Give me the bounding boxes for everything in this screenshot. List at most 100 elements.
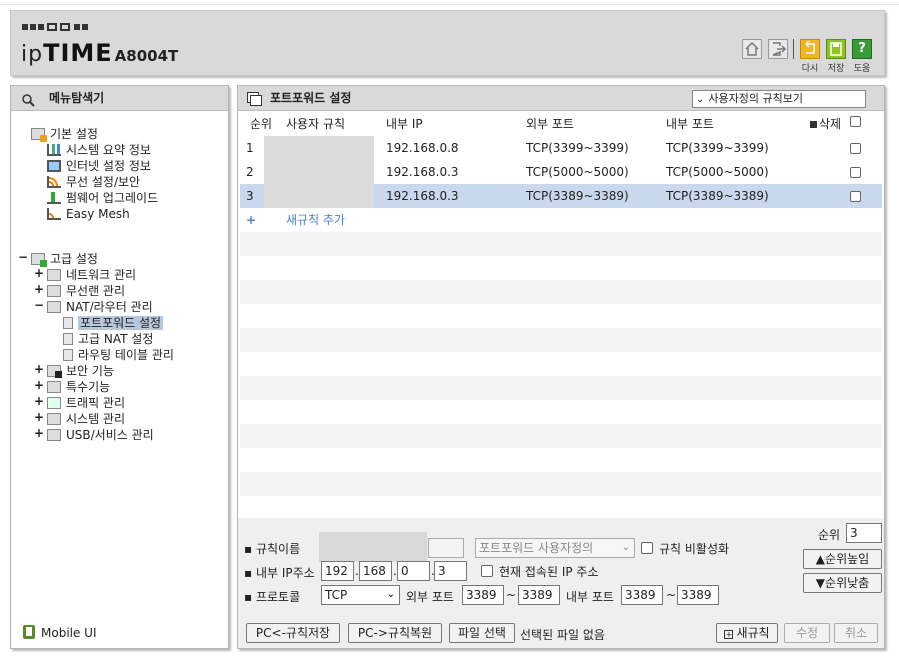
- tree-item-usb[interactable]: USB/서비스 관리: [47, 427, 154, 443]
- rule-name-input[interactable]: [319, 532, 427, 562]
- new-rule-button[interactable]: + 새규칙: [716, 623, 778, 643]
- expand-network-icon[interactable]: +: [34, 266, 44, 280]
- protocol-label-text: 프로토콜: [255, 590, 301, 604]
- int-port-to[interactable]: 3389: [677, 585, 719, 605]
- row-ip: 192.168.0.3: [386, 189, 459, 203]
- disable-rule-label: 규칙 비활성화: [659, 542, 730, 556]
- col-internal-port: 내부 포트: [666, 117, 714, 131]
- page-icon: [63, 349, 73, 361]
- col-no: 순위: [250, 117, 273, 131]
- search-icon: [21, 91, 35, 115]
- tree-item-internet-info[interactable]: 인터넷 설정 정보: [47, 158, 151, 174]
- row-delete-checkbox[interactable]: [850, 143, 861, 154]
- preset-select[interactable]: 포트포워드 사용자정의 ⌄: [475, 538, 635, 558]
- tree-item-system-summary[interactable]: 시스템 요약 정보: [47, 142, 151, 158]
- help-icon[interactable]: ?: [852, 39, 872, 59]
- folder-icon: [31, 253, 47, 267]
- ext-port-label: 외부 포트: [406, 590, 454, 604]
- tilde: ~: [506, 588, 517, 602]
- rule-name-input-tail[interactable]: [428, 538, 464, 558]
- port-forward-label: 포트포워드 설정: [270, 91, 352, 105]
- chevron-down-icon: ⌄: [386, 589, 395, 600]
- add-rule-row[interactable]: + 새규칙 추가: [240, 208, 882, 232]
- mobile-icon: [23, 625, 35, 639]
- upgrade-icon: [47, 192, 61, 204]
- collapse-nat-icon[interactable]: −: [34, 298, 44, 312]
- home-icon[interactable]: [742, 39, 762, 59]
- table-header-row: 순위 사용자 규칙 내부 IP 외부 포트 내부 포트 삭제: [240, 112, 882, 136]
- no-file-label: 선택된 파일 없음: [520, 628, 605, 642]
- tree-item-label: 트래픽 관리: [66, 396, 126, 410]
- save-icon[interactable]: [826, 39, 846, 59]
- tree-item-system[interactable]: 시스템 관리: [47, 411, 125, 427]
- tree-item-security[interactable]: 보안 기능: [47, 363, 114, 379]
- rank-up-button[interactable]: ▲순위높임: [803, 549, 882, 569]
- rank-input[interactable]: 3: [846, 523, 882, 543]
- row-delete-checkbox[interactable]: [850, 191, 861, 202]
- restore-from-pc-button[interactable]: PC->규칙복원: [348, 623, 442, 643]
- row-delete-checkbox[interactable]: [850, 167, 861, 178]
- row-int-port: TCP(3399~3399): [666, 141, 769, 155]
- expand-system-icon[interactable]: +: [34, 410, 44, 424]
- tree-item-nat[interactable]: NAT/라우터 관리: [47, 299, 153, 315]
- save-to-pc-button[interactable]: PC<-규칙저장: [246, 623, 340, 643]
- expand-usb-icon[interactable]: +: [34, 426, 44, 440]
- tree-item-label: 인터넷 설정 정보: [66, 159, 151, 173]
- expand-traffic-icon[interactable]: +: [34, 394, 44, 408]
- collapse-advanced-icon[interactable]: −: [18, 250, 28, 264]
- tree-basic-label: 기본 설정: [50, 127, 98, 141]
- add-rule-link[interactable]: 새규칙 추가: [286, 208, 345, 232]
- menu-explorer-label: 메뉴탐색기: [49, 91, 105, 105]
- tree-item-port-forward[interactable]: 포트포워드 설정: [63, 315, 164, 331]
- wifi-icon: [47, 285, 61, 297]
- ip-octet-1[interactable]: 192: [321, 561, 354, 581]
- expand-wireless-icon[interactable]: +: [34, 282, 44, 296]
- expand-security-icon[interactable]: +: [34, 362, 44, 376]
- ip-label-text: 내부 IP주소: [255, 566, 315, 580]
- tree-advanced-label: 고급 설정: [50, 252, 98, 266]
- tree-item-firmware-upgrade[interactable]: 펌웨어 업그레이드: [47, 190, 158, 206]
- ext-port-to[interactable]: 3389: [518, 585, 560, 605]
- modify-button[interactable]: 수정: [784, 623, 830, 643]
- redacted-rule-names: [264, 136, 374, 208]
- usb-icon: [47, 429, 61, 441]
- cancel-button[interactable]: 취소: [834, 623, 878, 643]
- rank-down-button[interactable]: ▼순위낮춤: [803, 573, 882, 593]
- tree-item-special[interactable]: 특수기능: [47, 379, 110, 395]
- mobile-ui-link[interactable]: Mobile UI: [23, 625, 97, 640]
- logout-icon[interactable]: [768, 39, 788, 59]
- tree-item-advanced-nat[interactable]: 고급 NAT 설정: [63, 331, 153, 347]
- ext-port-from[interactable]: 3389: [462, 585, 504, 605]
- row-ip: 192.168.0.8: [386, 141, 459, 155]
- chevron-down-icon: ⌄: [621, 542, 630, 553]
- row-no: 1: [246, 141, 254, 155]
- reload-icon[interactable]: [800, 39, 820, 59]
- new-rule-label: 새규칙: [736, 626, 770, 640]
- protocol-select[interactable]: TCP ⌄: [321, 585, 400, 605]
- tree-item-traffic[interactable]: 트래픽 관리: [47, 395, 125, 411]
- logo: ipTIME A8004T: [21, 39, 178, 67]
- rule-view-select[interactable]: ⌄ 사용자정의 규칙보기: [692, 90, 866, 108]
- select-all-checkbox[interactable]: [850, 116, 861, 127]
- tree-item-routing-table[interactable]: 라우팅 테이블 관리: [63, 347, 174, 363]
- ip-octet-3[interactable]: 0: [397, 561, 430, 581]
- expand-special-icon[interactable]: +: [34, 378, 44, 392]
- int-port-from[interactable]: 3389: [621, 585, 663, 605]
- current-ip-checkbox[interactable]: [481, 565, 493, 577]
- tree-item-easy-mesh[interactable]: Easy Mesh: [47, 206, 130, 222]
- tree-item-wireless[interactable]: 무선랜 관리: [47, 283, 125, 299]
- col-delete: 삭제: [810, 112, 841, 136]
- rule-edit-form: ▪ 규칙이름 포트포워드 사용자정의 ⌄ 규칙 비활성화 순위 3 ▲순위높임 ▼…: [238, 518, 884, 648]
- tree-item-wireless-security[interactable]: 무선 설정/보안: [47, 174, 140, 190]
- tree-advanced-settings[interactable]: 고급 설정: [31, 251, 98, 267]
- disable-rule-checkbox[interactable]: [641, 542, 653, 554]
- current-ip-label: 현재 접속된 IP 주소: [499, 565, 599, 579]
- ip-octet-4[interactable]: 3: [434, 561, 467, 581]
- tree-item-network[interactable]: 네트워크 관리: [47, 267, 136, 283]
- header: ipTIME A8004T 다시 저장 ? 도움: [10, 10, 885, 76]
- tree-item-label: Easy Mesh: [66, 207, 130, 221]
- ip-octet-2[interactable]: 168: [359, 561, 392, 581]
- tree-item-label: 시스템 관리: [66, 412, 126, 426]
- file-select-button[interactable]: 파일 선택: [449, 623, 515, 643]
- tree-basic-settings[interactable]: 기본 설정: [31, 126, 98, 142]
